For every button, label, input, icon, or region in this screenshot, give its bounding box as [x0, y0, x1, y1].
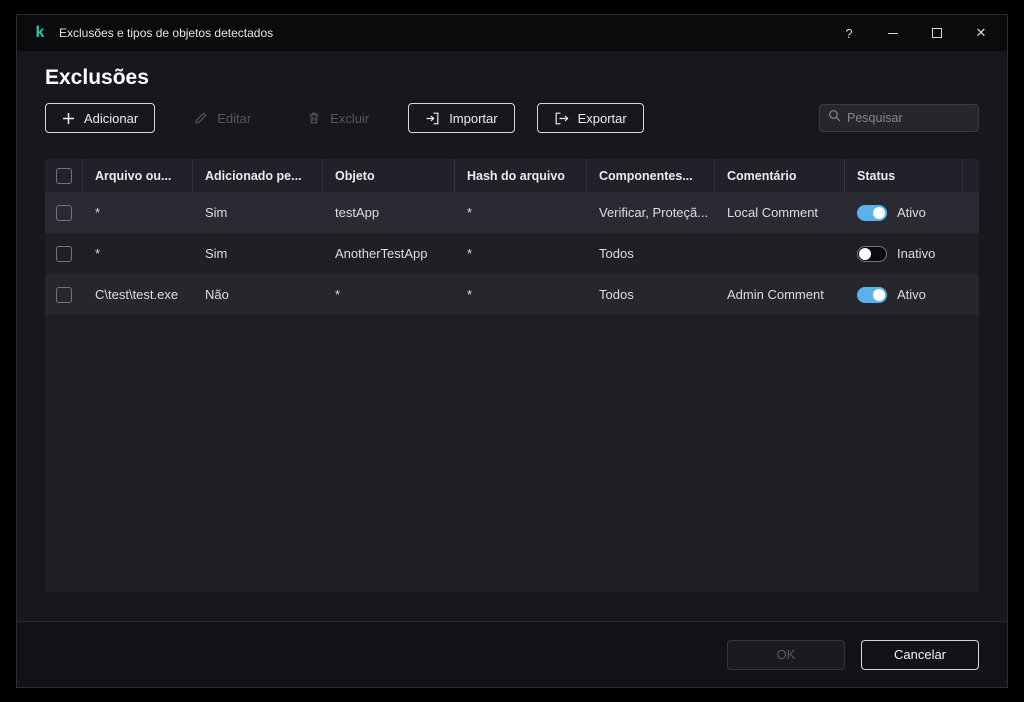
column-header-file: Arquivo ou...	[83, 159, 193, 192]
row-checkbox[interactable]	[56, 286, 72, 303]
minimize-icon	[888, 32, 898, 34]
export-button[interactable]: Exportar	[536, 103, 644, 133]
cell-object: testApp	[335, 205, 380, 220]
column-header-comment: Comentário	[715, 159, 845, 192]
minimize-button[interactable]	[871, 15, 915, 51]
status-toggle[interactable]	[857, 286, 887, 303]
footer: OK Cancelar	[17, 621, 1007, 687]
cancel-button[interactable]: Cancelar	[861, 639, 979, 670]
search-input[interactable]	[847, 111, 970, 125]
select-all-cell	[45, 159, 83, 192]
import-icon	[425, 111, 440, 126]
search-field	[819, 104, 979, 132]
status-toggle[interactable]	[857, 204, 887, 221]
cell-added-by: Sim	[205, 205, 228, 220]
maximize-icon	[932, 28, 942, 38]
close-button[interactable]: ✕	[959, 15, 1003, 51]
add-button[interactable]: Adicionar	[45, 103, 156, 133]
status-label: Ativo	[897, 205, 926, 220]
toggle-knob	[859, 247, 871, 260]
edit-button[interactable]: Editar	[177, 103, 268, 133]
cell-hash: *	[467, 287, 473, 302]
page-title: Exclusões	[45, 66, 149, 89]
cell-status: Inativo	[845, 245, 963, 262]
window-controls: ? ✕	[827, 15, 1003, 51]
toggle-knob	[873, 288, 885, 301]
ok-button[interactable]: OK	[727, 639, 845, 670]
maximize-button[interactable]	[915, 15, 959, 51]
table-header: Arquivo ou... Adicionado pe... Objeto Ha…	[45, 159, 979, 192]
plus-icon	[62, 112, 75, 125]
column-header-object: Objeto	[323, 159, 455, 192]
delete-button[interactable]: Excluir	[290, 103, 386, 133]
pencil-icon	[194, 111, 208, 125]
trash-icon	[307, 111, 321, 125]
status-label: Ativo	[897, 287, 926, 302]
column-header-filler	[963, 159, 979, 192]
cell-object: AnotherTestApp	[335, 246, 428, 261]
row-checkbox[interactable]	[56, 245, 72, 262]
status-toggle[interactable]	[857, 245, 887, 262]
column-header-status: Status	[845, 159, 963, 192]
cell-comment: Local Comment	[727, 205, 819, 220]
content: Exclusões Adicionar Editar Excluir Impor…	[17, 51, 1007, 621]
cell-added-by: Sim	[205, 246, 228, 261]
import-button[interactable]: Importar	[408, 103, 515, 133]
row-checkbox[interactable]	[56, 204, 72, 221]
status-label: Inativo	[897, 246, 936, 261]
column-header-components: Componentes...	[587, 159, 715, 192]
cell-status: Ativo	[845, 204, 963, 221]
table-row[interactable]: C\test\test.exe Não * * Todos Admin Comm…	[45, 274, 979, 315]
kaspersky-logo-icon: k	[35, 24, 45, 41]
exclusions-window: k Exclusões e tipos de objetos detectado…	[16, 14, 1008, 688]
cell-file: *	[95, 246, 101, 261]
cell-hash: *	[467, 246, 473, 261]
table-row[interactable]: * Sim testApp * Verificar, Proteçã... Lo…	[45, 192, 979, 233]
toolbar: Adicionar Editar Excluir Importar Export…	[45, 103, 979, 133]
exclusions-table: Arquivo ou... Adicionado pe... Objeto Ha…	[45, 159, 979, 592]
column-header-hash: Hash do arquivo	[455, 159, 587, 192]
help-icon: ?	[845, 25, 853, 41]
close-icon: ✕	[975, 25, 987, 40]
cell-file: C\test\test.exe	[95, 287, 179, 302]
cell-components: Todos	[599, 246, 634, 261]
column-header-added-by: Adicionado pe...	[193, 159, 323, 192]
cell-added-by: Não	[205, 287, 229, 302]
cell-status: Ativo	[845, 286, 963, 303]
cell-components: Todos	[599, 287, 634, 302]
titlebar: k Exclusões e tipos de objetos detectado…	[17, 15, 1007, 51]
help-button[interactable]: ?	[827, 15, 871, 51]
table-row[interactable]: * Sim AnotherTestApp * Todos Inativo	[45, 233, 979, 274]
cell-object: *	[335, 287, 341, 302]
export-icon	[554, 111, 569, 126]
window-title: Exclusões e tipos de objetos detectados	[59, 26, 274, 40]
cell-file: *	[95, 205, 101, 220]
select-all-checkbox[interactable]	[55, 167, 72, 184]
cell-hash: *	[467, 205, 473, 220]
cell-components: Verificar, Proteçã...	[599, 205, 709, 220]
cell-comment: Admin Comment	[727, 287, 824, 302]
toggle-knob	[873, 206, 885, 219]
search-icon	[828, 109, 841, 127]
